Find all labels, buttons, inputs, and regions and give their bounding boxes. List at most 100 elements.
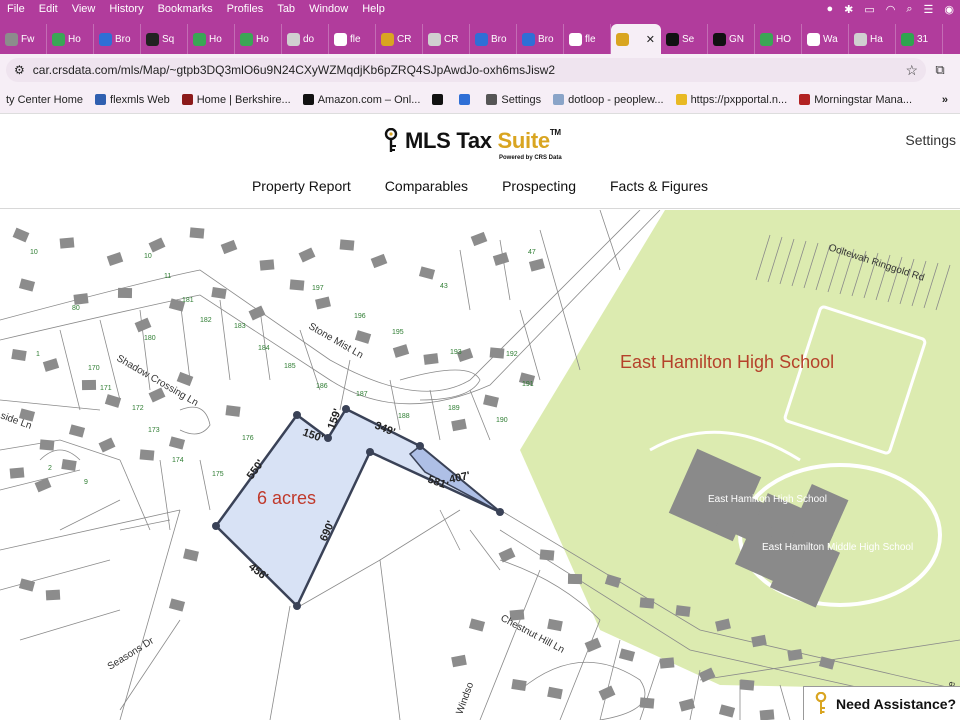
settings-link[interactable]: Settings (905, 132, 956, 148)
tab-label: CR (397, 33, 412, 45)
menu-profiles[interactable]: Profiles (220, 3, 271, 15)
user-icon[interactable]: ◉ (944, 3, 954, 16)
browser-tab[interactable]: Ho (235, 24, 282, 54)
parcel-map[interactable]: 6 acres East Hamilton High School East H… (0, 210, 960, 720)
bookmark-label: Settings (501, 93, 542, 106)
site-settings-icon[interactable]: ⚙ (14, 63, 25, 77)
bookmark-item[interactable] (426, 94, 453, 105)
lot-number: 2 (48, 465, 52, 472)
browser-tab[interactable]: Ha (849, 24, 896, 54)
bookmark-favicon-icon (553, 94, 565, 105)
tab-favicon-icon (854, 32, 867, 46)
browser-tab[interactable]: Sq (141, 24, 188, 54)
extensions-icon[interactable]: ⧉ (926, 62, 954, 78)
lot-number: 47 (528, 249, 536, 256)
address-bar[interactable]: ⚙ car.crsdata.com/mls/Map/~gtpb3DQ3mlO6u… (6, 58, 926, 82)
browser-tab[interactable]: CR (423, 24, 470, 54)
lot-number: 181 (182, 297, 194, 304)
browser-tab[interactable]: fle (564, 24, 611, 54)
lot-line (459, 249, 471, 311)
house-footprint (418, 266, 436, 280)
lot-number: 188 (398, 413, 410, 420)
wifi-icon[interactable]: ◠ (886, 3, 896, 16)
menu-tab[interactable]: Tab (270, 3, 302, 15)
battery-icon[interactable]: ▭ (864, 3, 874, 16)
browser-tab[interactable]: Se (661, 24, 708, 54)
lot-number: 197 (312, 285, 324, 292)
map-canvas[interactable]: 6 acres East Hamilton High School East H… (0, 210, 960, 720)
url-text[interactable]: car.crsdata.com/mls/Map/~gtpb3DQ3mlO6u9N… (33, 63, 555, 77)
menu-file[interactable]: File (0, 3, 32, 15)
close-tab-icon[interactable]: ✕ (646, 33, 655, 46)
lot-line (689, 669, 701, 720)
more-bookmarks-icon[interactable]: » (936, 94, 960, 106)
nav-facts-figures[interactable]: Facts & Figures (593, 178, 725, 194)
house-footprint (220, 239, 238, 255)
house-footprint (148, 237, 166, 253)
browser-tab[interactable]: Bro (470, 24, 517, 54)
house-footprint (18, 578, 36, 592)
browser-tab[interactable]: Bro (517, 24, 564, 54)
bookmark-item[interactable]: Settings (480, 94, 547, 106)
mls-tax-suite-logo[interactable]: MLS Tax SuiteTM Powered by CRS Data (383, 128, 562, 161)
bookmark-favicon-icon (799, 94, 811, 105)
lot-line (59, 329, 81, 411)
lot-number: 195 (392, 329, 404, 336)
lot-line (299, 329, 321, 391)
bookmark-item[interactable]: https://pxpportal.n... (670, 94, 794, 106)
nav-property-report[interactable]: Property Report (235, 178, 368, 194)
browser-tab[interactable]: Wa (802, 24, 849, 54)
browser-tab[interactable]: fle (329, 24, 376, 54)
bookmark-item[interactable]: flexmls Web (89, 94, 176, 106)
bookmark-item[interactable]: dotloop - peoplew... (547, 94, 669, 106)
lot-number: 10 (144, 253, 152, 260)
lot-line (0, 559, 111, 591)
nav-prospecting[interactable]: Prospecting (485, 178, 593, 194)
lot-line (0, 210, 661, 405)
house-footprint (225, 405, 241, 417)
bookmark-favicon-icon (675, 94, 687, 105)
bluetooth-icon[interactable]: ✱ (844, 3, 853, 16)
bookmark-item[interactable]: Amazon.com – Onl... (297, 94, 427, 106)
browser-tab[interactable]: 31 (896, 24, 943, 54)
house-footprint (34, 477, 52, 493)
menu-window[interactable]: Window (302, 3, 355, 15)
bookmark-item[interactable] (453, 94, 480, 105)
menu-view[interactable]: View (65, 3, 103, 15)
menu-edit[interactable]: Edit (32, 3, 65, 15)
browser-tab[interactable]: GN (708, 24, 755, 54)
browser-tab[interactable]: do (282, 24, 329, 54)
house-footprint (659, 657, 675, 669)
bookmark-item[interactable]: Home | Berkshire... (176, 94, 297, 106)
browser-tab[interactable]: Ho (47, 24, 94, 54)
lot-number: 193 (450, 349, 462, 356)
tab-label: HO (776, 33, 791, 45)
bookmark-item[interactable]: ty Center Home (0, 94, 89, 106)
house-footprint (289, 279, 305, 291)
tab-label: GN (729, 33, 744, 45)
tab-favicon-icon (287, 32, 300, 46)
record-icon[interactable]: ● (826, 3, 833, 15)
menu-history[interactable]: History (102, 3, 150, 15)
lot-line (269, 605, 291, 720)
tab-label: Ho (256, 33, 269, 45)
browser-tab[interactable]: ✕ (611, 24, 661, 54)
menu-help[interactable]: Help (355, 3, 392, 15)
browser-tab[interactable]: HO (755, 24, 802, 54)
need-assistance-button[interactable]: Need Assistance? (803, 686, 960, 720)
tab-label: 31 (917, 33, 929, 45)
browser-tab[interactable]: Fw (0, 24, 47, 54)
house-footprint (618, 648, 636, 662)
browser-tab[interactable]: CR (376, 24, 423, 54)
bookmark-star-icon[interactable]: ☆ (905, 62, 918, 79)
key-logo-icon (384, 128, 398, 152)
lot-number: 187 (356, 391, 368, 398)
browser-tab[interactable]: Bro (94, 24, 141, 54)
nav-comparables[interactable]: Comparables (368, 178, 485, 194)
spotlight-search-icon[interactable]: ⌕ (906, 3, 912, 16)
house-footprint (139, 449, 155, 461)
browser-tab[interactable]: Ho (188, 24, 235, 54)
control-center-icon[interactable]: ☰ (924, 3, 934, 16)
menu-bookmarks[interactable]: Bookmarks (151, 3, 220, 15)
bookmark-item[interactable]: Morningstar Mana... (793, 94, 918, 106)
